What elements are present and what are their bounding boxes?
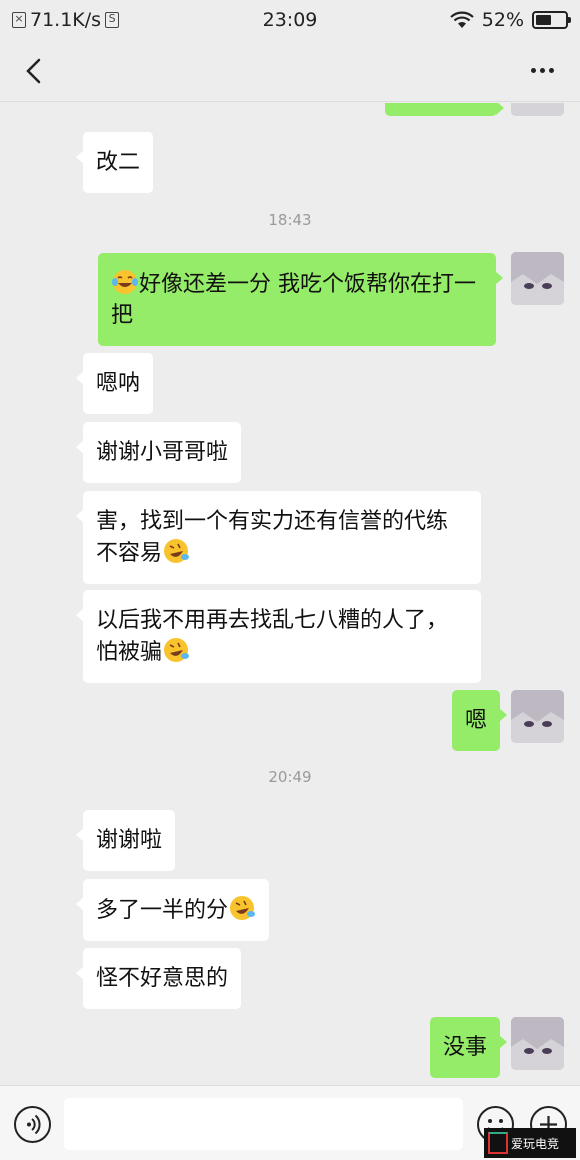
message-text: 谢谢啦 <box>96 828 163 853</box>
wifi-icon <box>450 11 474 28</box>
message-text: 害，找到一个有实力还有信誉的代练不容易 <box>96 509 449 566</box>
message-text: 嗯呐 <box>96 371 141 396</box>
message-text: 多了一半的分 <box>96 898 229 923</box>
watermark-logo: 爱玩电竞 <box>484 1128 576 1158</box>
message-bubble-in[interactable]: 嗯呐 <box>75 353 154 414</box>
battery-fill <box>536 15 551 25</box>
message-bubble-in[interactable]: 谢谢小哥哥啦 <box>75 422 242 483</box>
message-text: 嗯 <box>465 708 488 733</box>
rolling-laugh-emoji-icon <box>164 638 190 662</box>
timestamp: 20:49 <box>268 768 312 786</box>
no-sim-icon: × <box>12 12 26 28</box>
message-bubble-in[interactable]: 怪不好意思的 <box>75 948 242 1009</box>
avatar-self[interactable] <box>511 252 564 305</box>
message-bubble-in[interactable]: 谢谢啦 <box>75 810 176 871</box>
more-dots-icon <box>530 68 536 73</box>
voice-button[interactable] <box>14 1106 51 1143</box>
avatar-self[interactable] <box>511 103 564 116</box>
battery-percent: 52% <box>481 9 524 31</box>
chat-header <box>0 40 580 102</box>
message-bubble-out[interactable]: 好像还差一分 我吃个饭帮你在打一把 <box>98 253 503 346</box>
message-text: 好像还差一分 我吃个饭帮你在打一把 <box>111 272 476 328</box>
voice-icon <box>27 1114 41 1135</box>
message-text: 改二 <box>96 150 141 175</box>
message-input[interactable] <box>64 1098 463 1150</box>
more-dot <box>548 68 554 73</box>
message-bubble-in[interactable]: 改二 <box>75 132 154 193</box>
rolling-laugh-emoji-icon <box>164 539 190 563</box>
avatar-image <box>511 1017 564 1070</box>
net-speed: 71.1K/s <box>30 9 102 31</box>
avatar-image <box>511 252 564 305</box>
avatar-self[interactable] <box>511 1017 564 1070</box>
battery-icon <box>532 11 571 29</box>
timestamp: 18:43 <box>268 211 312 229</box>
status-left: × 71.1K/s S <box>12 9 120 31</box>
avatar-image <box>511 690 564 743</box>
message-bubble-in[interactable]: 多了一半的分 <box>75 879 270 941</box>
sync-icon: S <box>105 12 120 28</box>
avatar-image <box>511 103 564 116</box>
message-bubble-in[interactable]: 以后我不用再去找乱七八糟的人了，怕被骗 <box>76 590 481 683</box>
back-button[interactable] <box>18 51 48 91</box>
message-bubble-out[interactable]: 没事 <box>430 1017 508 1078</box>
message-list[interactable]: 改二 18:43 好像还差一分 我吃个饭帮你在打一把 嗯呐 谢谢小哥哥啦 害，找… <box>0 103 580 1085</box>
message-text: 以后我不用再去找乱七八糟的人了，怕被骗 <box>96 608 449 665</box>
watermark-text: 爱玩电竞 <box>511 1136 560 1151</box>
message-bubble-in[interactable]: 害，找到一个有实力还有信誉的代练不容易 <box>76 491 481 584</box>
rolling-laugh-emoji-icon <box>230 896 256 920</box>
message-text: 谢谢小哥哥啦 <box>96 440 229 465</box>
more-button[interactable] <box>522 51 562 91</box>
message-text: 怪不好意思的 <box>96 966 229 991</box>
avatar-self[interactable] <box>511 690 564 743</box>
more-dot <box>539 68 545 73</box>
tears-of-joy-emoji-icon <box>112 270 138 294</box>
status-right: 52% <box>450 9 571 31</box>
message-text: 没事 <box>443 1035 488 1060</box>
watermark-icon <box>488 1132 508 1154</box>
status-bar: × 71.1K/s S 23:09 52% <box>0 0 580 40</box>
message-bubble-out[interactable] <box>385 103 504 116</box>
message-bubble-out[interactable]: 嗯 <box>452 690 508 751</box>
chevron-left-icon <box>26 58 41 83</box>
